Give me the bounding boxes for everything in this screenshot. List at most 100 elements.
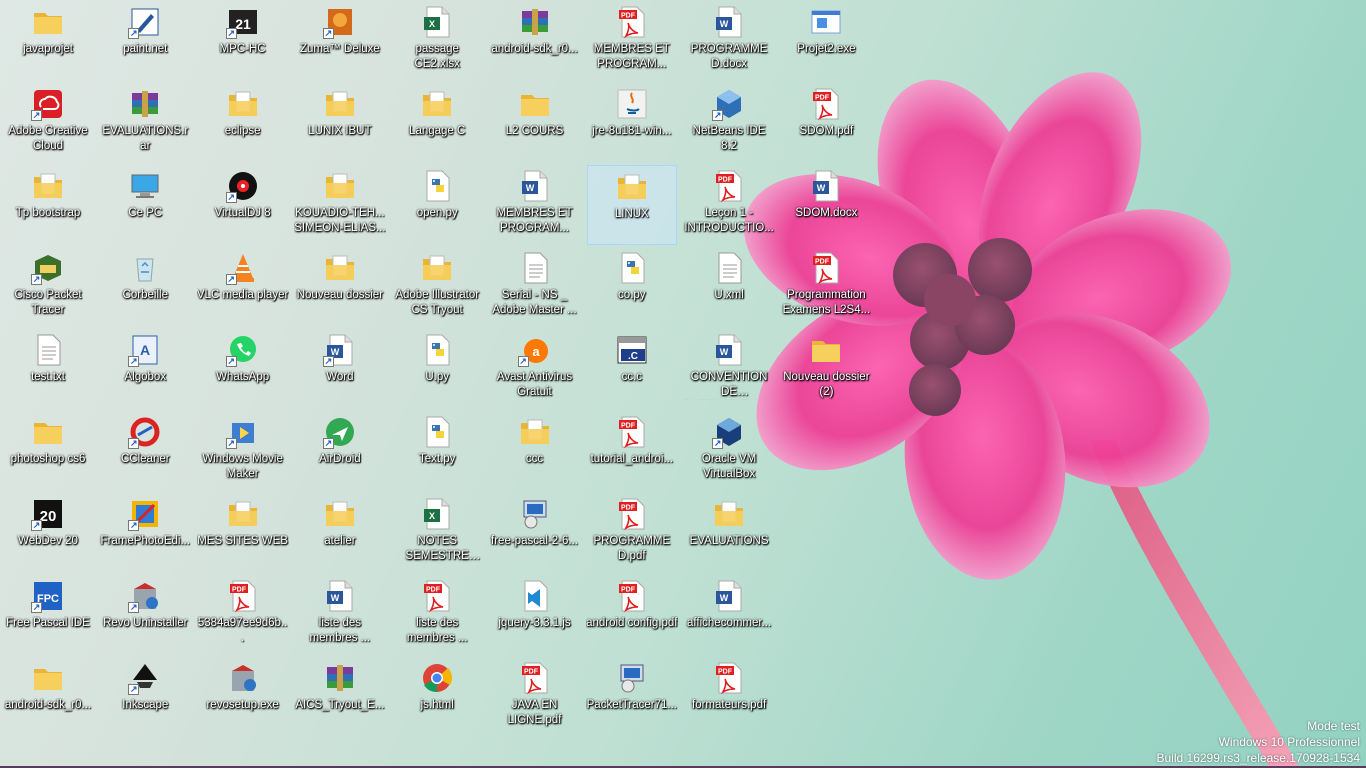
desktop-icon-label: js.html <box>420 699 454 711</box>
desktop-icon-jre-8u181-win[interactable]: jre-8u181-win... <box>587 83 677 163</box>
desktop-icon-revosetup-exe[interactable]: revosetup.exe <box>198 657 288 737</box>
ccleaner-icon: ↗ <box>128 415 162 449</box>
desktop-icon-u-xml[interactable]: U.xml <box>684 247 774 327</box>
desktop-icon-kouadio-teh-simeon-elias[interactable]: KOUADIO-TEH... SIMEON-ELIAS... <box>294 165 386 245</box>
desktop-icon-free-pascal-2-6[interactable]: free-pascal-2-6... <box>490 493 580 573</box>
desktop-icon-jquery-3-3-1-js[interactable]: jquery-3.3.1.js <box>490 575 580 655</box>
desktop-icon-notes-semestre-3-xlsx[interactable]: X NOTES SEMESTRE 3.xlsx <box>392 493 482 573</box>
desktop-icon-algobox[interactable]: A ↗ Algobox <box>100 329 190 409</box>
desktop-icon-photoshop-cs6[interactable]: photoshop cs6 <box>3 411 93 491</box>
desktop-icon-avast-antivirus-gratuit[interactable]: a ↗ Avast Antivirus Gratuit <box>490 329 580 409</box>
desktop-icon-windows-movie-maker[interactable]: ↗ Windows Movie Maker <box>198 411 288 491</box>
desktop-icon-label: Adobe Illustrator CS Tryout <box>395 289 480 316</box>
desktop-icon-open-py[interactable]: open.py <box>392 165 482 245</box>
desktop-icon-programmation-examens-l2s4[interactable]: PDF Programmation Examens L2S4... <box>781 247 871 327</box>
desktop-icon-text-py[interactable]: Text.py <box>392 411 482 491</box>
desktop-icon-js-html[interactable]: js.html <box>392 657 482 737</box>
desktop-icon-nouveau-dossier-2[interactable]: Nouveau dossier (2) <box>781 329 871 409</box>
desktop-icon-passage-ce2-xlsx[interactable]: Xpassage CE2.xlsx <box>392 1 482 81</box>
desktop-icon-inkscape[interactable]: ↗ Inkscape <box>100 657 190 737</box>
desktop-icon-projet2-exe[interactable]: Projet2.exe <box>781 1 871 81</box>
desktop[interactable]: javaprojet ↗ paint.net 21 ↗ MPC-HC ↗ Zuma™ Delu… <box>0 0 1366 768</box>
desktop-icon-evaluations[interactable]: EVALUATIONS <box>684 493 774 573</box>
shortcut-arrow-icon: ↗ <box>31 602 42 613</box>
desktop-icon-android-sdk-r0[interactable]: android-sdk_r0... <box>3 657 93 737</box>
desktop-icon-label: LINUX <box>614 208 649 220</box>
pdf-icon: PDF <box>809 251 843 285</box>
desktop-icon-liste-des-membres[interactable]: Wliste des membres ... <box>295 575 385 655</box>
desktop-icon-cisco-packet-tracer[interactable]: ↗ Cisco Packet Tracer <box>3 247 93 327</box>
installer-icon <box>518 497 552 531</box>
desktop-icon-le-on-1-introductio[interactable]: PDF Leçon 1 - INTRODUCTIO... <box>684 165 774 245</box>
desktop-icon-sdom-pdf[interactable]: PDF SDOM.pdf <box>781 83 871 163</box>
desktop-icon-ccc[interactable]: ccc <box>490 411 580 491</box>
desktop-icon-test-txt[interactable]: test.txt <box>3 329 93 409</box>
desktop-icon-aics-tryout-e[interactable]: AICS_Tryout_E... <box>295 657 385 737</box>
desktop-icon-l2-cours[interactable]: L2 COURS <box>490 83 580 163</box>
desktop-icon-label: MES SITES WEB <box>197 535 288 547</box>
desktop-icon-eclipse[interactable]: eclipse <box>198 83 288 163</box>
desktop-icon-label: AICS_Tryout_E... <box>295 699 385 711</box>
desktop-icon-webdev-20[interactable]: 20 ↗ WebDev 20 <box>3 493 93 573</box>
desktop-icon-liste-des-membres[interactable]: PDF liste des membres ... <box>392 575 482 655</box>
cfile-icon: .C <box>615 333 649 367</box>
desktop-icon-lunix-ibut[interactable]: LUNIX IBUT <box>295 83 385 163</box>
desktop-icon-serial-ns-adobe-master[interactable]: Serial - NS _ Adobe Master ... <box>490 247 580 327</box>
desktop-icon-free-pascal-ide[interactable]: FPC ↗ Free Pascal IDE <box>3 575 93 655</box>
desktop-icon-javaprojet[interactable]: javaprojet <box>3 1 93 81</box>
desktop-icon-oracle-vm-virtualbox[interactable]: ↗ Oracle VM VirtualBox <box>684 411 774 491</box>
desktop-icon-programme-d-docx[interactable]: W PROGRAMME D.docx <box>684 1 774 81</box>
cisco-icon: ↗ <box>31 251 65 285</box>
revo-icon: ↗ <box>128 579 162 613</box>
shortcut-arrow-icon: ↗ <box>712 110 724 121</box>
desktop-icon-ccleaner[interactable]: ↗ CCleaner <box>100 411 190 491</box>
desktop-icon-tutorial-androi[interactable]: PDF tutorial_androi... <box>587 411 677 491</box>
svg-text:PDF: PDF <box>621 13 636 20</box>
desktop-icon-cc-c[interactable]: .C cc.c <box>587 329 677 409</box>
desktop-icon-adobe-creative-cloud[interactable]: ↗ Adobe Creative Cloud <box>3 83 93 163</box>
installer-icon <box>615 661 649 695</box>
desktop-icon-co-py[interactable]: co.py <box>587 247 677 327</box>
folder-doc-icon <box>323 87 357 121</box>
desktop-icon-corbeille[interactable]: Corbeille <box>100 247 190 327</box>
desktop-icon-programme-d-pdf[interactable]: PDF PROGRAMME D.pdf <box>587 493 677 573</box>
desktop-icon-vlc-media-player[interactable]: ↗ VLC media player <box>197 247 288 327</box>
desktop-icon-linux[interactable]: LINUX <box>586 165 677 245</box>
desktop-icon-mpc-hc[interactable]: 21 ↗ MPC-HC <box>198 1 288 81</box>
desktop-icon-revo-uninstaller[interactable]: ↗ Revo Uninstaller <box>100 575 190 655</box>
watermark-edition: Windows 10 Professionnel <box>1218 735 1360 749</box>
desktop-icon-java-en-ligne-pdf[interactable]: PDF JAVA EN LIGNE.pdf <box>490 657 580 737</box>
folder-doc-icon <box>226 87 260 121</box>
desktop-icon-nouveau-dossier[interactable]: Nouveau dossier <box>295 247 385 327</box>
desktop-icon-framephotoedi[interactable]: ↗ FramePhotoEdi... <box>100 493 190 573</box>
desktop-icon-airdroid[interactable]: ↗ AirDroid <box>295 411 385 491</box>
desktop-icon-5384a97ee9d6b[interactable]: PDF 5384a97ee9d6b... <box>198 575 288 655</box>
desktop-icon-android-sdk-r0[interactable]: android-sdk_r0... <box>490 1 580 81</box>
desktop-icon-u-py[interactable]: U.py <box>392 329 482 409</box>
desktop-icon-word[interactable]: W ↗ Word <box>295 329 385 409</box>
desktop-icon-android-config-pdf[interactable]: PDF android config.pdf <box>586 575 678 655</box>
desktop-icon-packettracer71[interactable]: PacketTracer71... <box>587 657 677 737</box>
desktop-icon-evaluations-rar[interactable]: EVALUATIONS.rar <box>100 83 190 163</box>
desktop-icon-paint-net[interactable]: ↗ paint.net <box>100 1 190 81</box>
desktop-icon-sdom-docx[interactable]: W SDOM.docx <box>781 165 871 245</box>
desktop-icon-tp-bootstrap[interactable]: Tp bootstrap <box>3 165 93 245</box>
desktop-icon-ce-pc[interactable]: Ce PC <box>100 165 190 245</box>
desktop-icon-convention-de-participation[interactable]: W CONVENTION DE PARTICIPATION... <box>684 329 774 409</box>
desktop-icon-mes-sites-web[interactable]: MES SITES WEB <box>197 493 288 573</box>
desktop-icon-label: Adobe Creative Cloud <box>8 125 88 152</box>
desktop-icon-zuma-deluxe[interactable]: ↗ Zuma™ Deluxe <box>295 1 385 81</box>
desktop-icon-membres-et-program[interactable]: W MEMBRES ET PROGRAM... <box>490 165 580 245</box>
desktop-icon-membres-et-program[interactable]: PDF MEMBRES ET PROGRAM... <box>587 1 677 81</box>
desktop-icon-virtualdj-8[interactable]: ↗ VirtualDJ 8 <box>198 165 288 245</box>
desktop-icon-affichecommer[interactable]: Waffichecommer... <box>684 575 774 655</box>
desktop-icon-whatsapp[interactable]: ↗ WhatsApp <box>198 329 288 409</box>
desktop-icon-langage-c[interactable]: Langage C <box>392 83 482 163</box>
desktop-icon-netbeans-ide-8-2[interactable]: ↗ NetBeans IDE 8.2 <box>684 83 774 163</box>
desktop-icon-adobe-illustrator-cs-tryout[interactable]: Adobe Illustrator CS Tryout <box>392 247 482 327</box>
shortcut-arrow-icon: ↗ <box>225 28 237 39</box>
desktop-icon-atelier[interactable]: atelier <box>295 493 385 573</box>
folder-icon <box>31 5 65 39</box>
desktop-icon-formateurs-pdf[interactable]: PDF formateurs.pdf <box>684 657 774 737</box>
desktop-icon-label: test.txt <box>31 371 65 383</box>
